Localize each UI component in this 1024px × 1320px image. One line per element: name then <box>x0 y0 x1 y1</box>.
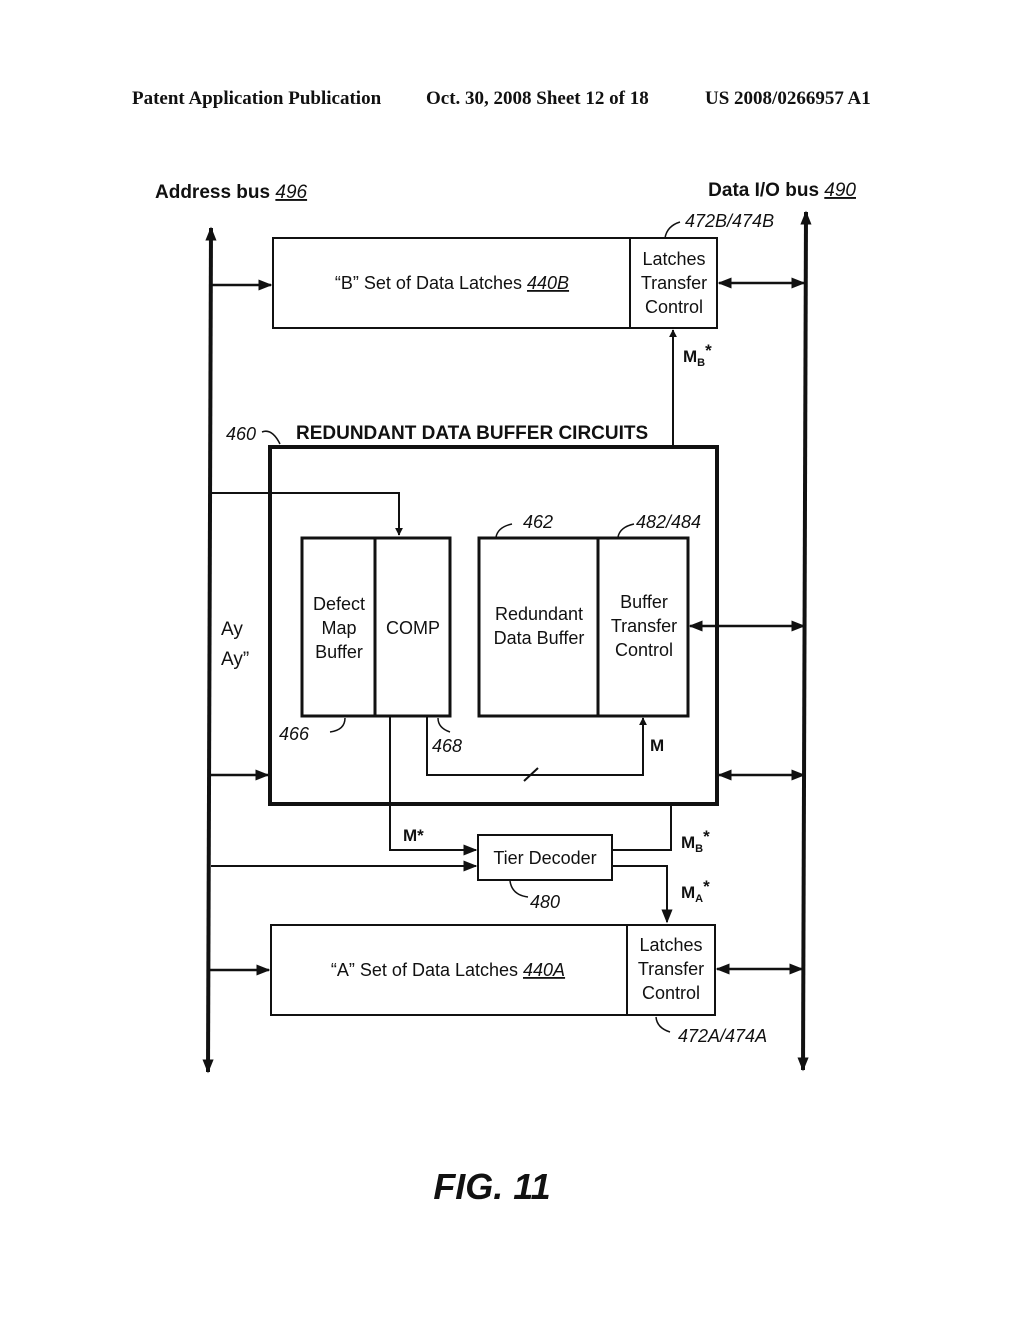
address-bus-line <box>202 226 217 1074</box>
buffer-transfer-line2: Transfer <box>611 616 677 636</box>
ay-label: Ay <box>221 619 243 640</box>
leader-466 <box>329 717 346 733</box>
defect-map-line3: Buffer <box>315 642 363 662</box>
leader-482 <box>617 523 635 538</box>
leader-462 <box>495 523 513 538</box>
figure-label: FIG. 11 <box>433 1166 550 1207</box>
redundant-buffer-block: Redundant Data Buffer Buffer Transfer Co… <box>477 536 690 718</box>
comp-ref: 468 <box>432 736 462 756</box>
latches-b-block: “B” Set of Data Latches 440B Latches Tra… <box>272 237 718 329</box>
ma-star-label: MA* <box>681 877 710 905</box>
defect-map-ref: 466 <box>279 724 310 744</box>
buffer-transfer-line1: Buffer <box>620 592 668 612</box>
m-star-label: M* <box>403 826 424 845</box>
comp-label: COMP <box>386 618 440 638</box>
latches-a-control-line1: Latches <box>639 935 702 955</box>
mb-star-top-label: MB* <box>683 341 712 369</box>
latches-b-control-ref: 472B/474B <box>685 211 774 231</box>
tier-decoder-ref: 480 <box>530 892 560 912</box>
latches-b-control-line1: Latches <box>642 249 705 269</box>
latches-a-control-line3: Control <box>642 983 700 1003</box>
redundant-buffer-line1: Redundant <box>495 604 583 624</box>
leader-472b <box>664 221 681 239</box>
latches-a-label: “A” Set of Data Latches 440A <box>331 960 565 980</box>
leader-472a <box>655 1016 671 1033</box>
data-bus-label: Data I/O bus 490 <box>708 180 856 201</box>
ma-star-arrow <box>612 865 673 924</box>
m-label: M <box>650 736 664 755</box>
tier-decoder-label: Tier Decoder <box>493 848 596 868</box>
mb-star-label: MB* <box>681 827 710 855</box>
latches-b-control-line3: Control <box>645 297 703 317</box>
leader-480 <box>509 880 529 898</box>
redundant-buffer-line2: Data Buffer <box>494 628 585 648</box>
ay-double-prime-label: Ay” <box>221 649 249 670</box>
latches-b-control-line2: Transfer <box>641 273 707 293</box>
redundant-buffer-ref: 462 <box>523 512 553 532</box>
defect-map-line1: Defect <box>313 594 365 614</box>
leader-460 <box>261 430 281 445</box>
data-bus-line <box>797 210 812 1072</box>
latches-a-control-ref: 472A/474A <box>678 1026 767 1046</box>
latches-a-control-line2: Transfer <box>638 959 704 979</box>
buffer-transfer-line3: Control <box>615 640 673 660</box>
leader-468 <box>437 717 451 733</box>
addr-to-comp-arrow <box>211 492 403 536</box>
rdbc-title: REDUNDANT DATA BUFFER CIRCUITS <box>296 423 648 444</box>
circuit-diagram: Address bus 496 Data I/O bus 490 “B” Set… <box>155 180 856 1207</box>
latches-b-label: “B” Set of Data Latches 440B <box>335 273 569 293</box>
buffer-transfer-ref: 482/484 <box>636 512 701 532</box>
defect-map-line2: Map <box>321 618 356 638</box>
mb-star-line <box>612 806 672 851</box>
latches-a-block: “A” Set of Data Latches 440A Latches Tra… <box>270 924 716 1016</box>
address-bus-label: Address bus 496 <box>155 182 308 203</box>
defect-comp-block: Defect Map Buffer COMP <box>300 536 452 718</box>
rdbc-ref: 460 <box>226 424 256 444</box>
